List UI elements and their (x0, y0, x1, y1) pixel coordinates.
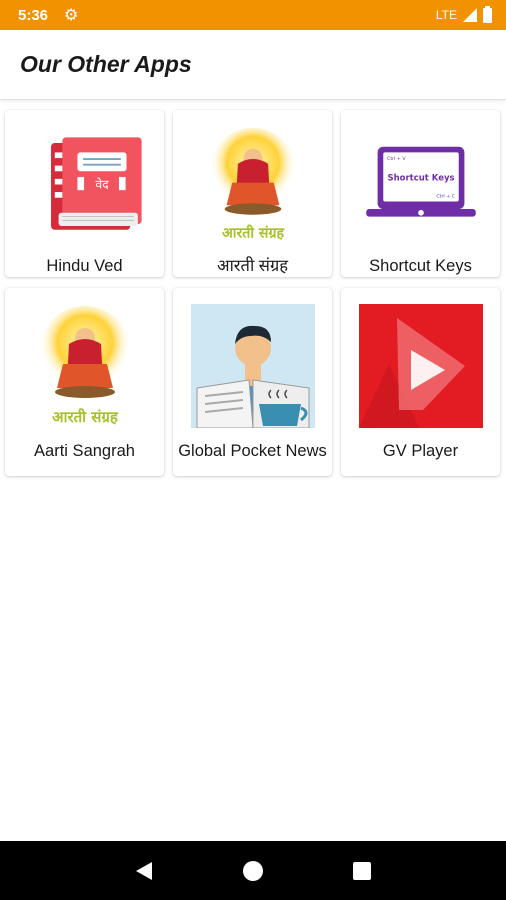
app-label: Shortcut Keys (369, 257, 472, 275)
nav-home-button[interactable] (233, 851, 273, 891)
settings-gear-icon: ⚙ (64, 7, 79, 24)
app-card-aarti-sangrah[interactable]: आरती संग्रह Aarti Sangrah (5, 288, 164, 476)
network-type: LTE (435, 8, 457, 22)
apps-grid: वेद Hindu Ved आरती संग्रह आरती संग्रह Ct… (5, 110, 501, 476)
svg-text:Ctrl + V: Ctrl + V (387, 156, 406, 162)
gv-player-icon (358, 304, 483, 428)
hindu-ved-book-icon: वेद (50, 137, 142, 230)
svg-text:वेद: वेद (95, 177, 109, 191)
svg-text:Ctrl + C: Ctrl + C (436, 194, 455, 200)
app-label: Hindu Ved (46, 257, 123, 275)
app-label: GV Player (382, 442, 459, 460)
svg-text:आरती संग्रह: आरती संग्रह (52, 408, 119, 426)
home-icon (242, 860, 263, 881)
app-card-shortcut-keys[interactable]: Ctrl + V Shortcut Keys Ctrl + C Shortcut… (341, 110, 500, 277)
aarti-sangrah-goddess-icon: आरती संग्रह (209, 127, 296, 241)
status-indicators: LTE (435, 5, 492, 23)
recents-icon (352, 861, 371, 880)
system-nav-bar (0, 841, 506, 900)
status-time: 5:36 (18, 6, 49, 24)
nav-recents-button[interactable] (342, 851, 382, 891)
signal-icon (463, 8, 477, 22)
page-title: Our Other Apps (20, 51, 192, 77)
app-bar: Our Other Apps (0, 30, 506, 100)
app-label: आरती संग्रह (216, 257, 289, 275)
app-label: Aarti Sangrah (34, 442, 135, 460)
back-icon (136, 861, 153, 880)
app-card-aarti-sangrah-hindi[interactable]: आरती संग्रह आरती संग्रह (173, 110, 332, 277)
app-card-global-pocket-news[interactable]: Global Pocket News (173, 288, 332, 476)
shortcut-keys-laptop-icon: Ctrl + V Shortcut Keys Ctrl + C (365, 146, 476, 217)
app-label: Global Pocket News (178, 442, 327, 460)
app-card-hindu-ved[interactable]: वेद Hindu Ved (5, 110, 164, 277)
nav-back-button[interactable] (124, 851, 164, 891)
status-bar: 5:36 ⚙ LTE (0, 0, 506, 30)
battery-icon (483, 5, 492, 23)
aarti-sangrah-goddess-icon: आरती संग्रह (38, 306, 131, 426)
svg-text:Shortcut Keys: Shortcut Keys (387, 174, 454, 184)
global-pocket-news-icon (190, 304, 315, 428)
svg-text:आरती संग्रह: आरती संग्रह (222, 224, 284, 241)
app-card-gv-player[interactable]: GV Player (341, 288, 500, 476)
